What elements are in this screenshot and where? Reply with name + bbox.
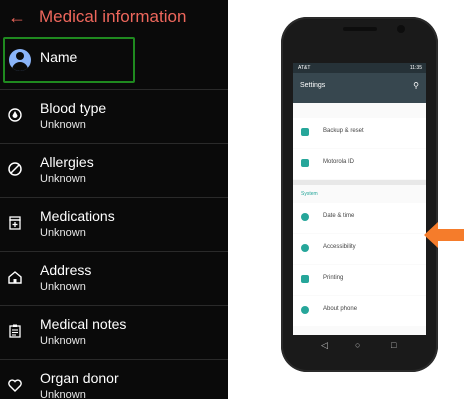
notes-icon [9, 324, 21, 338]
settings-row-printing[interactable]: Printing [293, 265, 426, 295]
item-label: Organ donor [40, 370, 119, 386]
settings-title: Settings [300, 82, 326, 89]
back-arrow-icon[interactable]: ← [8, 7, 28, 27]
search-icon[interactable]: ⚲ [413, 81, 419, 90]
address-row[interactable]: Address Unknown [0, 251, 228, 304]
settings-row-label: About phone [323, 306, 358, 312]
medical-notes-row[interactable]: Medical notes Unknown [0, 305, 228, 358]
blocked-icon [8, 162, 22, 176]
settings-row-motorola-id[interactable]: Motorola ID [293, 149, 426, 179]
settings-row-label: Motorola ID [323, 159, 355, 165]
phone-screen: AT&T 11:35 Settings ⚲ Backup & reset Mot… [293, 63, 426, 358]
android-nav-bar: ◁ ○ □ [293, 335, 426, 358]
settings-row-label: Printing [323, 275, 344, 281]
item-label: Medications [40, 208, 115, 224]
section-header-system: System [301, 191, 318, 197]
status-bar: AT&T 11:35 [293, 63, 426, 73]
section-divider [293, 180, 426, 185]
item-value: Unknown [40, 281, 86, 293]
home-circle-icon[interactable]: ○ [355, 340, 360, 350]
id-card-icon [301, 159, 309, 167]
printer-icon [301, 275, 309, 283]
settings-row-label: Date & time [323, 213, 355, 219]
item-label: Address [40, 262, 92, 278]
heart-icon [8, 379, 22, 392]
blood-type-row[interactable]: Blood type Unknown [0, 89, 228, 142]
item-value: Unknown [40, 119, 86, 131]
top-app-bar: ← Medical information [0, 0, 228, 36]
item-label: Medical notes [40, 316, 127, 332]
medical-info-panel: ← Medical information Name Blood type Un… [0, 0, 228, 399]
clock-icon [301, 213, 309, 221]
name-row[interactable]: Name [3, 37, 135, 83]
item-value: Unknown [40, 173, 86, 185]
item-value: Unknown [40, 389, 86, 399]
recents-square-icon[interactable]: □ [391, 340, 396, 350]
page-title: Medical information [39, 7, 187, 26]
speaker-grille [343, 27, 377, 31]
name-label: Name [40, 49, 78, 65]
item-value: Unknown [40, 227, 86, 239]
front-camera [397, 25, 405, 33]
organ-donor-row[interactable]: Organ donor Unknown [0, 359, 228, 399]
medication-icon [9, 216, 21, 230]
settings-row-label: Backup & reset [323, 128, 364, 134]
home-icon [8, 271, 22, 284]
phone-device: AT&T 11:35 Settings ⚲ Backup & reset Mot… [281, 17, 438, 372]
back-triangle-icon[interactable]: ◁ [321, 340, 328, 351]
settings-row-about-phone[interactable]: About phone [293, 296, 426, 326]
person-icon [9, 49, 31, 71]
settings-row-label: Accessibility [323, 244, 356, 250]
accessibility-icon [301, 244, 309, 252]
allergies-row[interactable]: Allergies Unknown [0, 143, 228, 196]
carrier-label: AT&T [298, 65, 311, 71]
medications-row[interactable]: Medications Unknown [0, 197, 228, 250]
item-label: Allergies [40, 154, 94, 170]
settings-row-backup[interactable]: Backup & reset [293, 118, 426, 148]
pointer-arrow-icon [424, 222, 464, 248]
settings-row-accessibility[interactable]: Accessibility [293, 234, 426, 264]
cloud-icon [301, 128, 309, 136]
settings-row-date-time[interactable]: Date & time [293, 203, 426, 233]
item-label: Blood type [40, 100, 107, 116]
info-icon [301, 306, 309, 314]
settings-app-bar: Settings ⚲ [293, 73, 426, 103]
status-time: 11:35 [409, 65, 422, 71]
drop-icon [8, 108, 22, 122]
item-value: Unknown [40, 335, 86, 347]
